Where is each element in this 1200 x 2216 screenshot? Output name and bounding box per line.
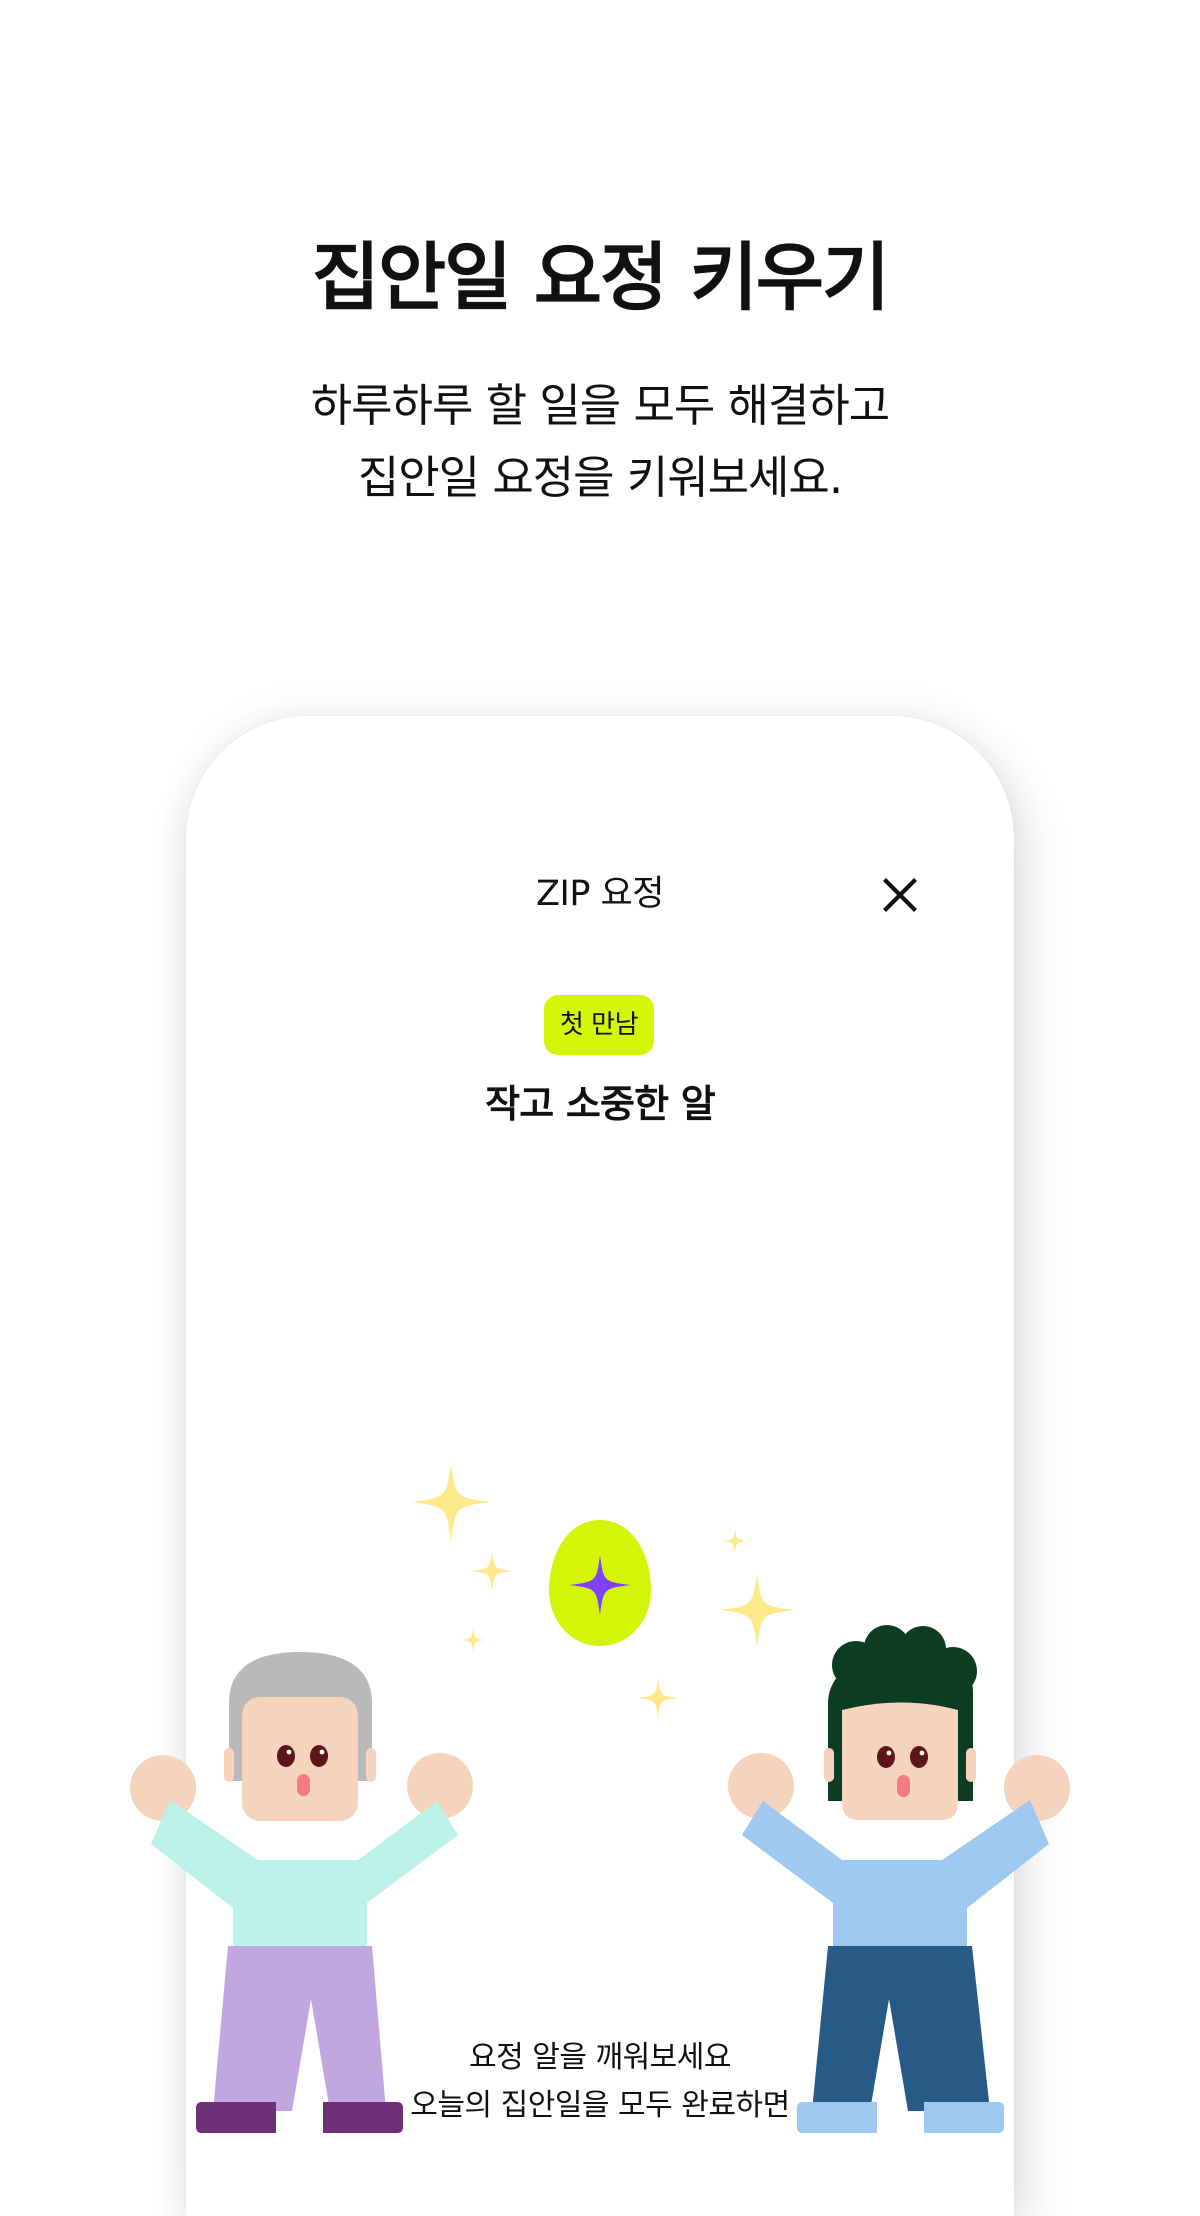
egg-instruction-line-2: 오늘의 집안일을 모두 완료하면 bbox=[410, 2088, 790, 2123]
egg-instruction-line-1: 요정 알을 깨워보세요 bbox=[469, 2040, 731, 2075]
fairy-name: 작고 소중한 알 bbox=[485, 1082, 716, 1126]
close-button[interactable] bbox=[878, 873, 922, 917]
hero-title: 집안일 요정 키우기 bbox=[311, 235, 890, 321]
egg-instruction: 요정 알을 깨워보세요 오늘의 집안일을 모두 완료하면 bbox=[186, 2034, 1014, 2130]
close-icon bbox=[883, 878, 917, 912]
hero-subtitle-line-2: 집안일 요정을 키워보세요. bbox=[357, 451, 843, 504]
phone-mockup: ZIP 요정 첫 만남 작고 소중한 알 요정 알을 깨워보세요 오늘의 집안일… bbox=[186, 716, 1014, 2216]
hero-subtitle: 하루하루 할 일을 모두 해결하고 집안일 요정을 키워보세요. bbox=[0, 370, 1200, 514]
status-badge: 첫 만남 bbox=[544, 995, 654, 1055]
hero-subtitle-line-1: 하루하루 할 일을 모두 해결하고 bbox=[310, 379, 890, 432]
